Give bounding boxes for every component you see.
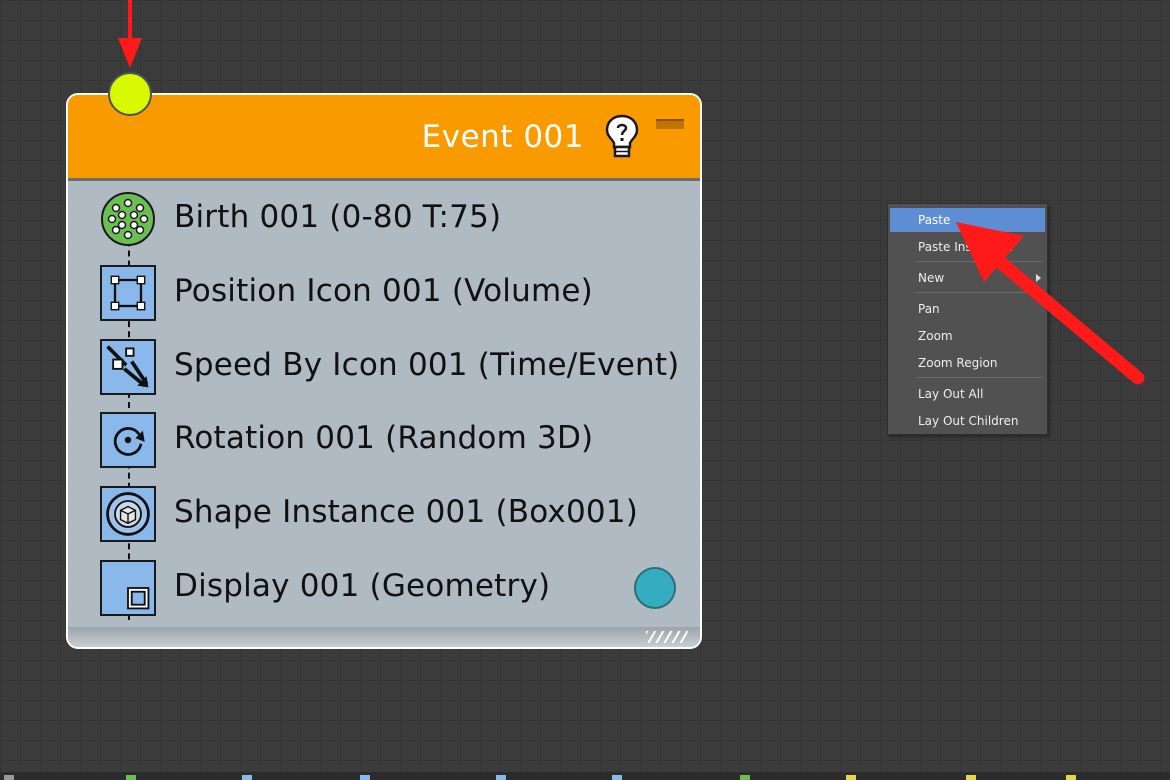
toolbar-item-icon[interactable]: [1066, 775, 1076, 780]
menu-item-new-label: New: [918, 271, 945, 285]
toolbar-item-icon[interactable]: [360, 775, 370, 780]
menu-item-paste-instanced[interactable]: Paste Instanced: [890, 235, 1045, 259]
submenu-arrow-icon: [1036, 274, 1041, 282]
display-icon: [100, 560, 156, 616]
menu-item-zoom-region[interactable]: Zoom Region: [890, 351, 1045, 375]
position-icon: [100, 265, 156, 321]
menu-item-lay-out-all[interactable]: Lay Out All: [890, 382, 1045, 406]
toolbar-item-icon[interactable]: [846, 775, 856, 780]
menu-item-lay-out-children[interactable]: Lay Out Children: [890, 409, 1045, 433]
operator-row[interactable]: Display 001 (Geometry): [98, 560, 668, 620]
operator-row[interactable]: Shape Instance 001 (Box001): [98, 486, 668, 546]
shape-instance-icon: [100, 486, 156, 542]
menu-item-pan[interactable]: Pan: [890, 297, 1045, 321]
menu-separator: [916, 377, 1042, 378]
rotation-icon: [100, 412, 156, 468]
input-socket[interactable]: [108, 72, 152, 116]
toolbar-item-icon[interactable]: [966, 775, 976, 780]
operator-row[interactable]: Rotation 001 (Random 3D): [98, 412, 668, 472]
light-bulb-icon[interactable]: [602, 113, 642, 159]
output-socket[interactable]: [634, 567, 676, 609]
toolbar-item-icon[interactable]: [4, 775, 14, 780]
operator-label: Position Icon 001 (Volume): [174, 273, 593, 309]
event-node-title: Event 001: [421, 119, 584, 155]
menu-separator: [916, 261, 1042, 262]
birth-icon: [101, 192, 155, 246]
bottom-toolbar-strip: [0, 772, 1170, 780]
particle-view-canvas[interactable]: Event 001 Birth 001 (0-80 T:75) Position…: [0, 0, 1170, 780]
toolbar-item-icon[interactable]: [740, 775, 750, 780]
operator-row[interactable]: Speed By Icon 001 (Time/Event): [98, 339, 679, 399]
annotation-arrow-down-icon: [118, 0, 142, 68]
toolbar-item-icon[interactable]: [242, 775, 252, 780]
toolbar-item-icon[interactable]: [126, 775, 136, 780]
menu-item-paste[interactable]: Paste: [890, 208, 1045, 232]
speed-by-icon: [100, 339, 156, 395]
resize-grip[interactable]: [646, 631, 688, 643]
operator-label: Display 001 (Geometry): [174, 568, 551, 604]
operator-label: Speed By Icon 001 (Time/Event): [174, 347, 680, 383]
event-node[interactable]: Event 001 Birth 001 (0-80 T:75) Position…: [66, 93, 702, 649]
operator-wire: [128, 200, 130, 620]
node-footer: [68, 627, 700, 647]
context-menu: Paste Paste Instanced New Pan Zoom Zoom …: [887, 203, 1048, 435]
menu-item-zoom[interactable]: Zoom: [890, 324, 1045, 348]
menu-item-new[interactable]: New: [890, 266, 1045, 290]
operator-row[interactable]: Position Icon 001 (Volume): [98, 265, 668, 325]
operator-label: Shape Instance 001 (Box001): [174, 494, 639, 530]
event-node-header[interactable]: Event 001: [68, 95, 700, 181]
operator-row[interactable]: Birth 001 (0-80 T:75): [98, 191, 668, 251]
toolbar-item-icon[interactable]: [612, 775, 622, 780]
menu-separator: [916, 292, 1042, 293]
minimize-button[interactable]: [656, 119, 684, 129]
toolbar-item-icon[interactable]: [496, 775, 506, 780]
operator-label: Birth 001 (0-80 T:75): [174, 199, 502, 235]
operator-label: Rotation 001 (Random 3D): [174, 420, 594, 456]
